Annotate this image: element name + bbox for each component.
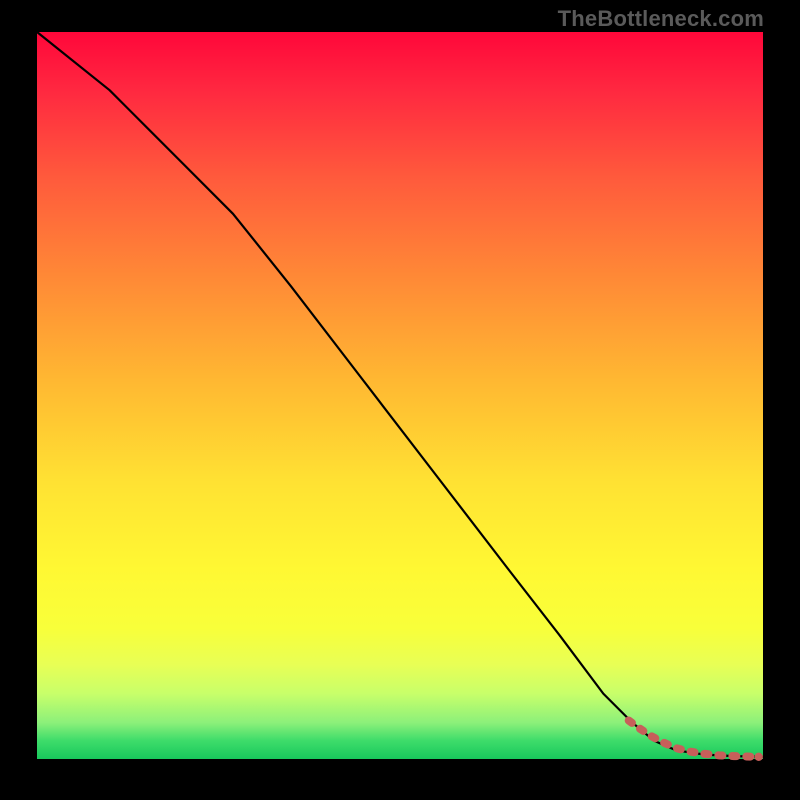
plot-area <box>37 32 763 759</box>
marker-dash-line <box>629 721 756 757</box>
chart-svg <box>37 32 763 759</box>
bottleneck-curve <box>37 32 763 757</box>
watermark-text: TheBottleneck.com <box>558 6 764 32</box>
chart-frame: TheBottleneck.com <box>0 0 800 800</box>
marker-group <box>629 721 763 762</box>
marker-end-dot <box>755 753 763 761</box>
